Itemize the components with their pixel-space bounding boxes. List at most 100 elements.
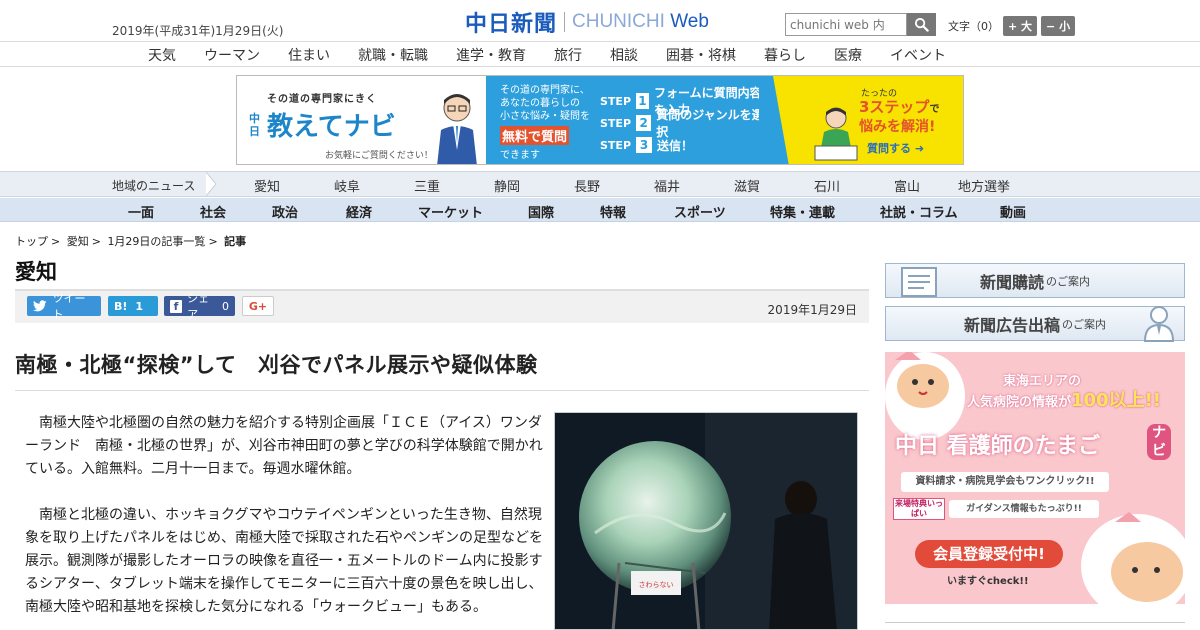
region-link[interactable]: 富山 <box>894 176 920 195</box>
section-link[interactable]: 国際 <box>528 202 554 221</box>
regional-news-bar: 地域のニュース 愛知 岐阜 三重 静岡 長野 福井 滋賀 石川 富山 地方選挙 <box>0 171 1200 197</box>
catnav-item[interactable]: 進学・教育 <box>456 45 526 65</box>
font-larger-button[interactable]: + 大 <box>1003 16 1038 36</box>
sidebar-divider <box>885 622 1185 623</box>
search-icon <box>914 17 929 32</box>
chevron-right-icon <box>206 172 217 196</box>
region-link[interactable]: 長野 <box>574 176 600 195</box>
region-link[interactable]: 福井 <box>654 176 680 195</box>
catnav-item[interactable]: 天気 <box>148 45 176 65</box>
font-size-control: 文字（0） + 大 − 小 <box>948 16 1076 36</box>
region-link[interactable]: 静岡 <box>494 176 520 195</box>
section-link[interactable]: スポーツ <box>674 202 726 221</box>
nurse-ad-tag: 来場特典いっぱい <box>893 498 945 520</box>
catnav-item[interactable]: 住まい <box>288 45 330 65</box>
catnav-item[interactable]: ウーマン <box>204 45 260 65</box>
share-bar: ツイート B! 1 f シェア 0 G+ 2019年1月29日 <box>15 289 869 323</box>
site-logo[interactable]: 中日新聞 CHUNICHI Web <box>465 9 709 37</box>
header-date: 2019年(平成31年)1月29日(火) <box>112 24 284 38</box>
subscribe-label: 新聞購読 <box>979 272 1044 292</box>
article-date: 2019年1月29日 <box>767 303 857 317</box>
banner-vertical-text: 中日 <box>249 112 260 138</box>
section-link[interactable]: 一面 <box>128 202 154 221</box>
headline-divider <box>15 390 869 391</box>
banner-intro-end: できます <box>500 150 540 161</box>
catnav-item[interactable]: 旅行 <box>554 45 582 65</box>
section-link[interactable]: 特集・連載 <box>770 202 835 221</box>
catnav-item[interactable]: 囲碁・将棋 <box>666 45 736 65</box>
aurora-dome-photo: さわらない <box>555 413 857 629</box>
nurse-ad-benefit2: ガイダンス情報もたっぷり!! <box>949 500 1099 518</box>
nurse-ad-cta[interactable]: 会員登録受付中! <box>915 540 1063 568</box>
breadcrumb-link[interactable]: 1月29日の記事一覧 <box>107 235 205 248</box>
businessperson-icon <box>1143 306 1175 342</box>
region-link[interactable]: 石川 <box>814 176 840 195</box>
category-nav: 天気 ウーマン 住まい 就職・転職 進学・教育 旅行 相談 囲碁・将棋 暮らし … <box>0 43 1200 67</box>
catnav-item[interactable]: 暮らし <box>764 45 806 65</box>
banner-cta[interactable]: 質問する ➜ <box>867 140 924 156</box>
section-link[interactable]: 社会 <box>200 202 226 221</box>
section-link[interactable]: 経済 <box>346 202 372 221</box>
breadcrumb-link[interactable]: トップ <box>15 235 48 248</box>
nurse-ad-benefit1: 資料請求・病院見学会もワンクリック!! <box>901 472 1109 492</box>
nurse-ad-navi: ナビ <box>1147 424 1171 460</box>
tweet-label: ツイート <box>52 292 86 321</box>
facebook-label: シェア <box>187 292 210 321</box>
search-input[interactable] <box>785 13 907 36</box>
nurse-ad-top2: 人気病院の情報が100以上!! <box>967 390 1162 411</box>
laptop-person-illustration-icon <box>814 107 858 161</box>
nurse-navi-ad[interactable]: 東海エリアの 人気病院の情報が100以上!! 中日 看護師のたまご ナビ 資料請… <box>885 352 1185 604</box>
catnav-item[interactable]: イベント <box>890 45 946 65</box>
newspaper-ads-button[interactable]: 新聞広告出稿 のご案内 <box>885 306 1185 342</box>
oshiete-navi-banner[interactable]: その道の専門家にきく 中日 教えてナビ お気軽にご質問ください！ その道の専門家… <box>236 75 964 165</box>
banner-steps: STEP 1 フォームに質問内容を入力 STEP 2 質問のジャンルを選択 ST… <box>600 86 770 156</box>
google-plus-button[interactable]: G+ <box>242 296 274 316</box>
banner-middle-panel: その道の専門家に、 あなたの暮らしの 小さな悩み・疑問を 無料で質問 できます … <box>486 76 773 164</box>
businessman-illustration-icon <box>437 94 477 164</box>
logo-english: CHUNICHI Web <box>572 11 709 32</box>
section-link[interactable]: マーケット <box>418 202 483 221</box>
catnav-item[interactable]: 就職・転職 <box>358 45 428 65</box>
banner-step: STEP 2 質問のジャンルを選択 <box>600 108 764 139</box>
banner-left-panel: その道の専門家にきく 中日 教えてナビ お気軽にご質問ください！ <box>237 76 486 164</box>
regional-news-label: 地域のニュース <box>112 179 196 193</box>
banner-right-big2: 悩みを解消! <box>859 119 936 135</box>
facebook-icon: f <box>170 299 183 313</box>
region-link[interactable]: 岐阜 <box>334 176 360 195</box>
banner-note: お気軽にご質問ください！ <box>325 151 433 161</box>
newspaper-icon <box>901 267 937 297</box>
section-link[interactable]: 政治 <box>272 202 298 221</box>
hatena-icon: B! <box>114 299 128 313</box>
region-link[interactable]: 滋賀 <box>734 176 760 195</box>
banner-diagonal-icon <box>759 76 789 164</box>
facebook-share-button[interactable]: f シェア 0 <box>164 292 235 321</box>
article-photo[interactable]: さわらない <box>554 412 858 630</box>
region-link[interactable]: 三重 <box>414 176 440 195</box>
ads-label: 新聞広告出稿 <box>963 315 1060 335</box>
banner-tagline: その道の専門家にきく <box>267 94 377 105</box>
article-paragraph: 南極大陸や北極圏の自然の魅力を紹介する特別企画展「ＩＣＥ（アイス）ワンダーランド… <box>25 415 543 477</box>
breadcrumb-link[interactable]: 愛知 <box>67 235 89 248</box>
arrow-right-icon: ➜ <box>914 142 925 155</box>
section-link[interactable]: 特報 <box>600 202 626 221</box>
article-paragraph: 南極と北極の違い、ホッキョクグマやコウテイペンギンといった生き物、自然現象を取り… <box>25 507 543 615</box>
google-plus-icon: G+ <box>248 299 268 313</box>
article-body: 南極大陸や北極圏の自然の魅力を紹介する特別企画展「ＩＣＥ（アイス）ワンダーランド… <box>25 412 547 630</box>
logo-japanese: 中日新聞 <box>465 11 558 37</box>
tweet-button[interactable]: ツイート <box>27 292 101 321</box>
section-link[interactable]: 動画 <box>1000 202 1026 221</box>
region-link[interactable]: 愛知 <box>254 176 280 195</box>
search-button[interactable] <box>907 13 936 36</box>
site-header: 2019年(平成31年)1月29日(火) 中日新聞 CHUNICHI Web 文… <box>0 0 1200 42</box>
newspaper-subscribe-button[interactable]: 新聞購読 のご案内 <box>885 263 1185 298</box>
hatena-bookmark-button[interactable]: B! 1 <box>108 296 158 316</box>
font-smaller-button[interactable]: − 小 <box>1041 16 1076 36</box>
region-link[interactable]: 地方選挙 <box>958 176 1010 195</box>
section-link[interactable]: 社説・コラム <box>880 202 958 221</box>
catnav-item[interactable]: 相談 <box>610 45 638 65</box>
facebook-count: 0 <box>222 299 229 313</box>
site-search <box>785 13 936 36</box>
photo-sign-text: さわらない <box>639 581 674 589</box>
catnav-item[interactable]: 医療 <box>834 45 862 65</box>
article-headline: 南極・北極“探検”して 刈谷でパネル展示や疑似体験 <box>15 353 538 377</box>
